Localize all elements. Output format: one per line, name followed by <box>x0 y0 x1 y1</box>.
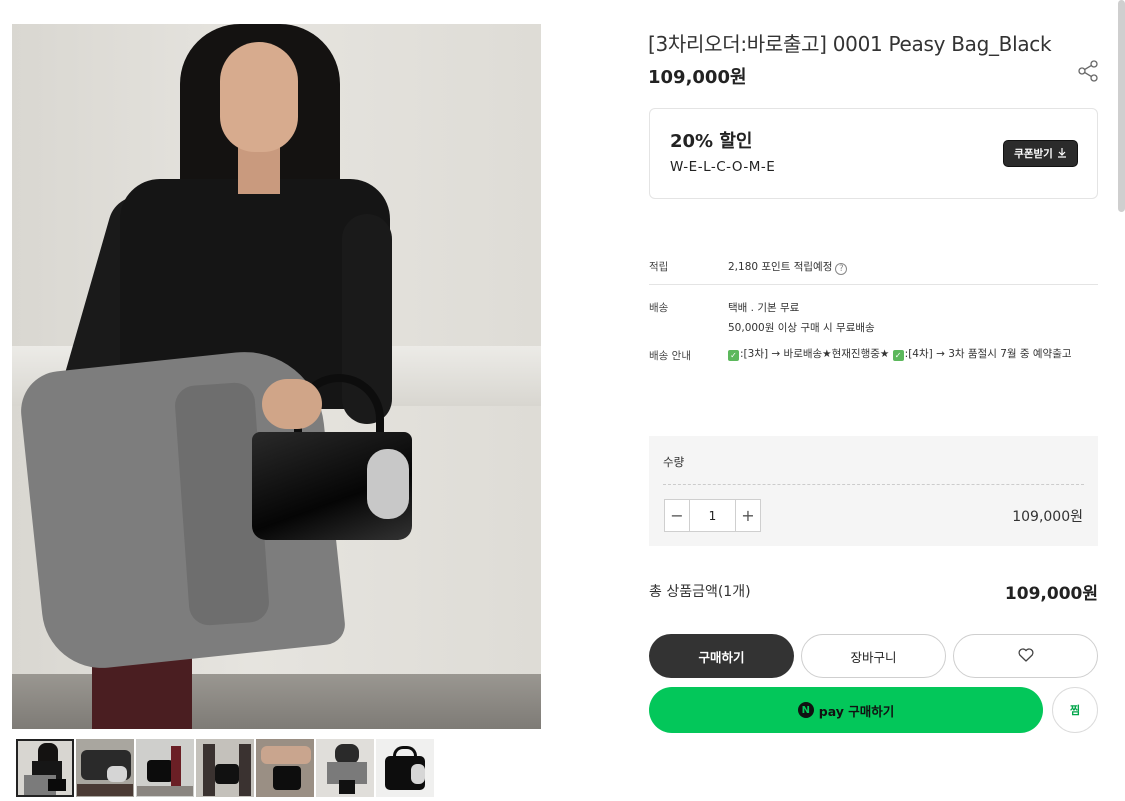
total-price: 109,000원 <box>1004 584 1098 604</box>
help-icon[interactable]: ? <box>835 263 848 275</box>
check-icon: ✓ <box>892 350 904 361</box>
buy-now-button[interactable]: 구매하기 <box>649 634 794 678</box>
thumbnail-strip <box>16 739 434 797</box>
free-shipping-note: 50,000원 이상 구매 시 무료배송 <box>728 322 875 334</box>
coupon-discount: 20% 할인 <box>670 131 753 152</box>
heart-icon <box>1018 647 1034 665</box>
photo-bag-charm <box>367 449 409 519</box>
shipping-guide-text: ✓:[3차] → 바로배송★현재진행중★ ✓:[4차] → 3차 품절시 7월 … <box>728 346 1094 362</box>
quantity-divider <box>663 484 1084 485</box>
zzim-button[interactable]: 찜 <box>1052 687 1098 733</box>
npay-label: pay 구매하기 <box>818 703 895 719</box>
add-to-cart-button[interactable]: 장바구니 <box>801 634 946 678</box>
share-icon[interactable] <box>1076 60 1100 82</box>
shipping-guide-label: 배송 안내 <box>649 350 691 362</box>
quantity-label: 수량 <box>663 455 685 469</box>
scrollbar[interactable] <box>1118 0 1125 212</box>
total-label: 총 상품금액(1개) <box>649 584 751 600</box>
info-divider <box>649 284 1098 285</box>
quantity-line-price: 109,000원 <box>1012 509 1083 525</box>
coupon-button-label: 쿠폰받기 <box>1014 148 1053 160</box>
coupon-code: W-E-L-C-O-M-E <box>670 159 776 175</box>
product-main-image <box>12 24 541 729</box>
check-icon: ✓ <box>728 350 739 361</box>
points-label: 적립 <box>649 261 669 273</box>
decrease-quantity-button[interactable]: − <box>665 500 689 531</box>
thumbnail-3[interactable] <box>136 739 194 797</box>
product-title: [3차리오더:바로출고] 0001 Peasy Bag_Black <box>648 32 1052 56</box>
product-price: 109,000원 <box>648 67 747 88</box>
quantity-panel: 수량 − 1 + 109,000원 <box>649 436 1098 546</box>
download-icon <box>1057 147 1067 161</box>
thumbnail-6[interactable] <box>316 739 374 797</box>
thumbnail-1[interactable] <box>16 739 74 797</box>
thumbnail-4[interactable] <box>196 739 254 797</box>
points-value-text: 2,180 포인트 적립예정 <box>728 261 833 273</box>
photo-model-hand <box>262 379 322 429</box>
thumbnail-2[interactable] <box>76 739 134 797</box>
guide-part-1: :[3차] → 바로배송★현재진행중★ <box>740 348 893 360</box>
npay-buy-button[interactable]: N pay 구매하기 <box>649 687 1043 733</box>
quantity-stepper: − 1 + <box>664 499 761 532</box>
quantity-input[interactable]: 1 <box>689 500 736 531</box>
thumbnail-7[interactable] <box>376 739 434 797</box>
shipping-method: 택배 . 기본 무료 <box>728 302 800 314</box>
points-value: 2,180 포인트 적립예정? <box>728 259 848 275</box>
wishlist-button[interactable] <box>953 634 1098 678</box>
guide-part-2: :[4차] → 3차 품절시 7월 중 예약출고 <box>904 348 1072 360</box>
npay-logo-icon: N <box>797 702 814 718</box>
thumbnail-5[interactable] <box>256 739 314 797</box>
photo-model-face <box>220 42 298 152</box>
coupon-box: 20% 할인 W-E-L-C-O-M-E 쿠폰받기 <box>649 108 1098 199</box>
shipping-label: 배송 <box>649 302 669 314</box>
increase-quantity-button[interactable]: + <box>736 500 760 531</box>
download-coupon-button[interactable]: 쿠폰받기 <box>1003 140 1078 167</box>
